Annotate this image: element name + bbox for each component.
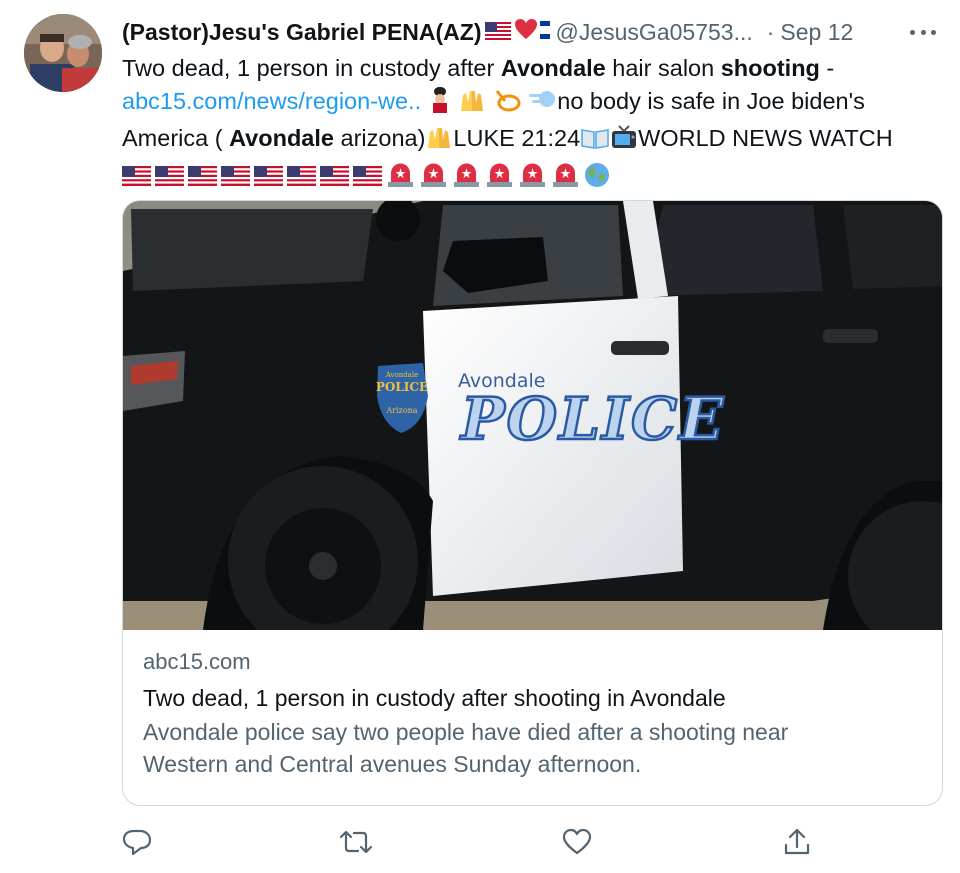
emblem-bottom-text: Arizona	[385, 406, 417, 415]
globe-emoji	[584, 162, 610, 197]
us-flag-emoji	[254, 162, 283, 197]
reply-icon[interactable]	[121, 826, 157, 862]
more-options-icon[interactable]	[906, 20, 940, 44]
guard-emoji	[428, 87, 452, 122]
tweet[interactable]: (Pastor)Jesu's Gabriel PENA(AZ) @JesusGa…	[0, 0, 960, 873]
open-book-emoji	[580, 126, 610, 159]
raised-hands-emoji	[458, 87, 486, 122]
text-segment: America (	[122, 125, 230, 151]
us-flag-emoji	[287, 162, 316, 197]
tweet-actions	[0, 826, 960, 862]
text-segment: WORLD NEWS WATCH	[638, 125, 893, 151]
lasso-emoji	[493, 87, 521, 122]
police-light-emoji	[485, 162, 514, 197]
tweet-header: (Pastor)Jesu's Gabriel PENA(AZ) @JesusGa…	[122, 16, 940, 48]
dash-emoji	[527, 87, 557, 122]
retweet-icon[interactable]	[338, 826, 374, 862]
emoji-row	[122, 162, 610, 197]
card-description-line: Western and Central avenues Sunday after…	[143, 751, 642, 777]
card-meta: abc15.com Two dead, 1 person in custody …	[143, 647, 922, 780]
text-segment: hair salon	[605, 55, 721, 81]
flag-icon	[539, 19, 550, 46]
card-domain: abc15.com	[143, 649, 251, 674]
television-emoji	[610, 124, 638, 159]
emblem-police-text: POLICE	[376, 380, 428, 394]
like-icon[interactable]	[561, 826, 597, 862]
tweet-text: Two dead, 1 person in custody after Avon…	[122, 52, 942, 197]
us-flag-emoji	[122, 162, 151, 197]
text-segment: LUKE 21:24	[453, 125, 581, 151]
share-icon[interactable]	[781, 826, 817, 862]
separator-dot: ·	[766, 18, 775, 45]
text-segment: Two dead, 1 person in custody after	[122, 55, 501, 81]
link-preview-card[interactable]: Avondale POLICE Arizona Avondale POLICE …	[122, 200, 943, 806]
police-light-emoji	[419, 162, 448, 197]
article-link[interactable]: abc15.com/news/region-we..	[122, 88, 421, 114]
heart-icon	[514, 18, 538, 46]
card-description-line: Avondale police say two people have died…	[143, 719, 789, 745]
text-segment: arizona)	[333, 125, 426, 151]
avatar[interactable]	[24, 14, 102, 92]
police-light-emoji	[551, 162, 580, 197]
us-flag-emoji	[221, 162, 250, 197]
us-flag-emoji	[155, 162, 184, 197]
raised-hands-emoji	[425, 124, 453, 159]
article-image[interactable]: Avondale POLICE Arizona Avondale POLICE	[123, 201, 942, 656]
emblem-top-text: Avondale	[385, 371, 418, 379]
card-description: Avondale police say two people have died…	[143, 716, 922, 780]
us-flag-icon	[484, 19, 511, 46]
tweet-date[interactable]: Sep 12	[780, 19, 853, 46]
text-highlight: shooting	[720, 55, 820, 81]
police-light-emoji	[518, 162, 547, 197]
police-light-emoji	[386, 162, 415, 197]
text-highlight: Avondale	[500, 55, 606, 81]
police-light-emoji	[452, 162, 481, 197]
us-flag-emoji	[188, 162, 217, 197]
text-segment: no body is safe in Joe biden's	[557, 88, 865, 114]
us-flag-emoji	[353, 162, 382, 197]
text-segment: -	[819, 55, 835, 81]
card-title: Two dead, 1 person in custody after shoo…	[143, 685, 726, 711]
user-handle[interactable]: @JesusGa05753...	[556, 19, 753, 46]
text-highlight: Avondale	[229, 125, 334, 151]
display-name[interactable]: (Pastor)Jesu's Gabriel PENA(AZ)	[122, 19, 482, 46]
door-police-text: POLICE	[459, 385, 725, 453]
us-flag-emoji	[320, 162, 349, 197]
